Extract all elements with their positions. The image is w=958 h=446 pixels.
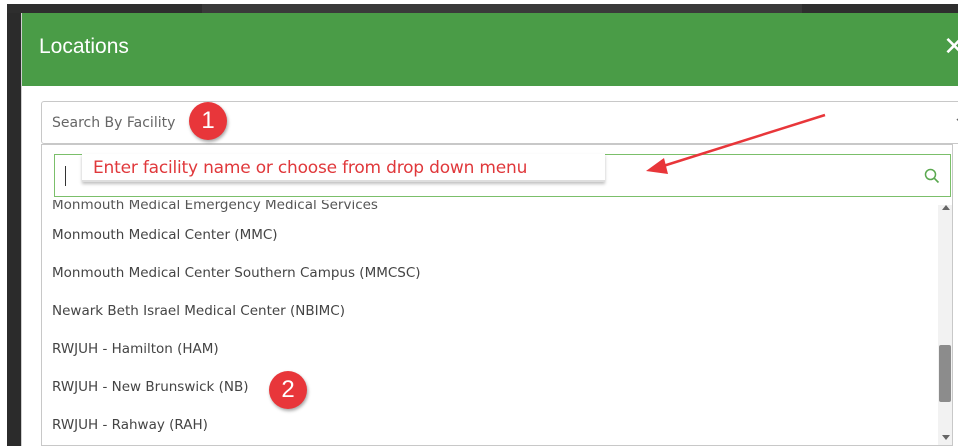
list-item[interactable]: RWJUH - Rahway (RAH): [42, 406, 932, 444]
list-item[interactable]: Monmouth Medical Emergency Medical Servi…: [42, 200, 932, 216]
scrollbar-thumb[interactable]: [939, 345, 951, 402]
background-window: [7, 4, 958, 13]
annotation-callout: Enter facility name or choose from drop …: [82, 154, 605, 182]
dialog-header: Locations ✕: [22, 13, 958, 86]
search-icon[interactable]: [923, 167, 941, 185]
facility-select-placeholder: Search By Facility: [52, 115, 176, 131]
locations-dialog: Locations ✕ Search By Facility Monmouth …: [21, 13, 958, 446]
step-2-badge: 2: [269, 371, 307, 409]
list-item[interactable]: Monmouth Medical Center Southern Campus …: [42, 254, 932, 292]
screen-frame: Locations ✕ Search By Facility Monmouth …: [7, 4, 958, 446]
facility-list: Monmouth Medical Emergency Medical Servi…: [42, 200, 932, 444]
scroll-up-icon[interactable]: [942, 205, 950, 210]
scrollbar[interactable]: [938, 205, 952, 445]
text-cursor: [65, 166, 66, 186]
close-icon[interactable]: ✕: [943, 33, 958, 59]
list-item[interactable]: Newark Beth Israel Medical Center (NBIMC…: [42, 292, 932, 330]
facility-dropdown: Monmouth Medical Emergency Medical Servi…: [41, 144, 953, 446]
dialog-title: Locations: [39, 35, 129, 58]
facility-select[interactable]: Search By Facility: [41, 101, 958, 144]
step-1-badge: 1: [189, 102, 227, 140]
scroll-down-icon[interactable]: [942, 435, 950, 440]
list-item[interactable]: RWJUH - Hamilton (HAM): [42, 330, 932, 368]
list-item[interactable]: Monmouth Medical Center (MMC): [42, 216, 932, 254]
list-item[interactable]: RWJUH - New Brunswick (NB): [42, 368, 932, 406]
